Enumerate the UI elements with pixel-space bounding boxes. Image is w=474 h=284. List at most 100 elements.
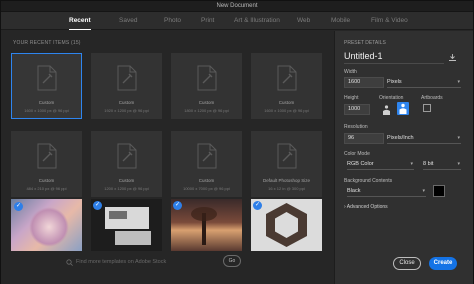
tree-canopy [191,207,217,221]
go-button[interactable]: Go [223,255,241,267]
document-preset-icon [197,65,217,91]
recent-item-card[interactable]: Custom 1920 x 1200 px @ 96 ppi [91,53,162,119]
color-mode-value: RGB Color [347,161,374,167]
recent-item-dimensions: 484 x 210 px @ 96 ppi [26,186,67,191]
resolution-input[interactable]: 96 [344,133,384,144]
recent-item-dimensions: 1800 x 1200 px @ 96 ppi [184,108,229,113]
chevron-down-icon: ▾ [457,135,460,141]
recent-item-dimensions: 1200 x 1200 px @ 96 ppi [104,186,149,191]
category-tabs: Recent Saved Photo Print Art & Illustrat… [1,12,473,30]
advanced-options-label: Advanced Options [346,204,388,210]
background-contents-label: Background Contents [344,178,393,184]
recent-item-card[interactable]: Default Photoshop Size 16 x 12 in @ 300 p… [251,131,322,197]
tab-photo[interactable]: Photo [164,12,181,30]
template-thumb-hexagon[interactable]: ✓ [251,199,322,251]
recent-item-dimensions: 1920 x 1200 px @ 96 ppi [104,108,149,113]
tab-print[interactable]: Print [201,12,214,30]
tab-recent[interactable]: Recent [69,12,91,30]
document-preset-icon [117,65,137,91]
recent-item-dimensions: 10000 x 7000 px @ 96 ppi [183,186,230,191]
background-contents-value: Black [347,188,361,194]
template-thumb-photo-tree[interactable]: ✓ [171,199,242,251]
resolution-unit-value: Pixels/Inch [387,135,414,141]
document-preset-icon [277,65,297,91]
orientation-label: Orientation [379,95,404,101]
recent-item-name: Custom [198,100,215,105]
recent-item-name: Custom [38,178,55,183]
chevron-down-icon: ▾ [422,188,425,194]
recent-items-count: (15) [70,40,81,46]
recent-item-name: Default Photoshop Size [262,178,311,183]
recent-item-name: Custom [118,178,135,183]
create-button[interactable]: Create [429,257,457,270]
width-unit-select[interactable]: Pixels ▾ [387,77,461,88]
recent-item-card[interactable]: Custom 484 x 210 px @ 96 ppi [11,131,82,197]
recent-item-card[interactable]: Custom 1800 x 1200 px @ 96 ppi [171,53,242,119]
recent-item-card[interactable]: Custom 1600 x 1000 px @ 96 ppi [251,53,322,119]
close-button[interactable]: Close [393,257,421,270]
document-preset-icon [37,143,57,169]
recent-item-card[interactable]: Custom 1600 x 1000 px @ 96 ppi [11,53,82,119]
chevron-down-icon: ▾ [410,161,413,167]
selected-check-icon: ✓ [173,201,182,210]
person-portrait-icon [383,105,390,115]
document-name-field[interactable]: Untitled-1 [344,51,444,64]
document-preset-icon [37,65,57,91]
artboards-checkbox[interactable] [423,104,431,112]
stock-search-field[interactable]: Find more templates on Adobe Stock [66,256,216,268]
color-mode-label: Color Mode [344,151,370,157]
recent-item-name: Custom [278,100,295,105]
advanced-options-toggle[interactable]: › Advanced Options [344,204,388,210]
color-mode-select[interactable]: RGB Color ▾ [347,159,414,170]
bit-depth-value: 8 bit [423,161,434,167]
recent-item-dimensions: 16 x 12 in @ 300 ppi [268,186,305,191]
recent-item-name: Custom [198,178,215,183]
person-landscape-icon [399,103,407,114]
recent-items-title: YOUR RECENT ITEMS [13,40,70,46]
portrait-orientation-button[interactable] [397,102,409,115]
recent-gallery: YOUR RECENT ITEMS (15) Custom 1600 x 1000… [1,31,334,284]
save-preset-icon[interactable] [448,53,457,62]
selected-check-icon: ✓ [14,202,23,211]
tab-mobile[interactable]: Mobile [331,12,350,30]
window-title: New Document [1,1,473,12]
template-thumb-web-layout[interactable]: ✓ [91,199,162,251]
height-label: Height [344,95,359,101]
artboards-label: Artboards [421,95,443,101]
recent-items-heading: YOUR RECENT ITEMS (15) [13,40,81,46]
selected-check-icon: ✓ [253,201,262,210]
web-mockup-hero [109,211,127,219]
tab-film-video[interactable]: Film & Video [371,12,408,30]
width-unit-value: Pixels [387,79,402,85]
background-color-swatch[interactable] [433,185,445,197]
stock-search-placeholder: Find more templates on Adobe Stock [76,259,167,265]
recent-item-card[interactable]: Custom 1200 x 1200 px @ 96 ppi [91,131,162,197]
tab-saved[interactable]: Saved [119,12,137,30]
chevron-down-icon: ▾ [457,161,460,167]
recent-item-dimensions: 1600 x 1000 px @ 96 ppi [24,108,69,113]
chevron-right-icon: › [344,204,346,210]
new-document-window: New Document Recent Saved Photo Print Ar… [0,0,474,284]
recent-item-name: Custom [118,100,135,105]
preset-details-panel: PRESET DETAILS Untitled-1 Width 1600 Pix… [334,31,473,284]
preset-details-heading: PRESET DETAILS [344,40,386,46]
resolution-label: Resolution [344,124,368,130]
width-input[interactable]: 1600 [344,77,384,88]
background-contents-select[interactable]: Black ▾ [347,186,426,197]
recent-item-name: Custom [38,100,55,105]
recent-item-card[interactable]: Custom 10000 x 7000 px @ 96 ppi [171,131,242,197]
bit-depth-select[interactable]: 8 bit ▾ [423,159,461,170]
web-mockup-page-2 [115,231,151,245]
width-label: Width [344,69,357,75]
landscape-orientation-button[interactable] [381,103,392,115]
selected-check-icon: ✓ [93,201,102,210]
document-preset-icon [197,143,217,169]
search-icon [66,259,73,266]
height-input[interactable]: 1000 [344,104,370,115]
resolution-unit-select[interactable]: Pixels/Inch ▾ [387,133,461,144]
abstract-swirl [29,207,69,247]
tab-art-illustration[interactable]: Art & Illustration [234,12,280,30]
chevron-down-icon: ▾ [457,79,460,85]
tab-web[interactable]: Web [297,12,310,30]
document-preset-icon [117,143,137,169]
